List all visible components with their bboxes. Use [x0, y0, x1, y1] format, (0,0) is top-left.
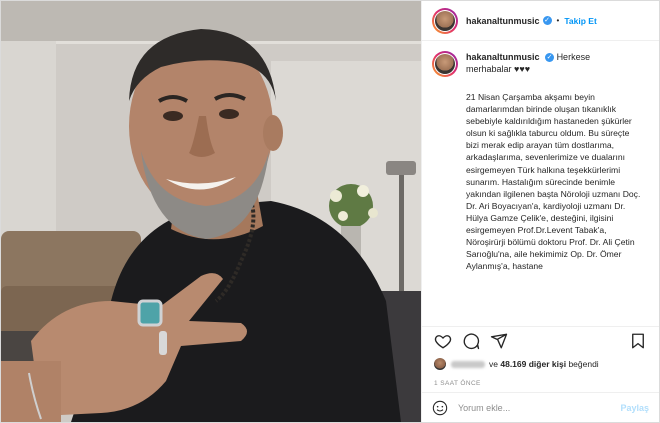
- comment-input[interactable]: [458, 402, 621, 413]
- comment-icon[interactable]: [462, 332, 480, 350]
- caption-row: hakanaltunmusic ✓ Herkese merhabalar ♥♥♥: [432, 51, 649, 77]
- caption-username[interactable]: hakanaltunmusic: [466, 52, 540, 62]
- likes-count[interactable]: 48.169: [500, 359, 526, 369]
- post-comment-button[interactable]: Paylaş: [620, 403, 649, 413]
- verified-badge-icon: ✓: [545, 53, 555, 63]
- action-bar: [422, 326, 659, 354]
- liker-avatar[interactable]: [434, 358, 446, 370]
- likes-connector: ve: [489, 359, 498, 369]
- post-header: hakanaltunmusic ✓ • Takip Et: [422, 1, 659, 41]
- likes-summary: ve 48.169 diğer kişi beğendi: [422, 354, 659, 374]
- instagram-post: hakanaltunmusic ✓ • Takip Et hakanaltunm…: [0, 0, 660, 423]
- emoji-icon[interactable]: [432, 400, 448, 416]
- post-image: [1, 1, 421, 422]
- heart-icon[interactable]: [434, 332, 452, 350]
- follow-button[interactable]: Takip Et: [564, 16, 596, 26]
- author-username[interactable]: hakanaltunmusic: [466, 16, 540, 26]
- author-avatar[interactable]: [432, 7, 458, 34]
- post-photo[interactable]: [1, 1, 421, 422]
- likes-suffix[interactable]: diğer kişi: [529, 359, 566, 369]
- liker-username-blurred: [451, 360, 485, 368]
- likes-verb: beğendi: [568, 359, 599, 369]
- caption-body: 21 Nisan Çarşamba akşamı beyin damarları…: [466, 92, 641, 272]
- share-icon[interactable]: [490, 332, 508, 350]
- caption-area: hakanaltunmusic ✓ Herkese merhabalar ♥♥♥…: [422, 41, 659, 326]
- verified-badge-icon: ✓: [542, 16, 552, 25]
- caption-author-avatar[interactable]: [432, 51, 458, 77]
- post-side-panel: hakanaltunmusic ✓ • Takip Et hakanaltunm…: [421, 1, 659, 422]
- bookmark-icon[interactable]: [629, 332, 647, 350]
- add-comment-bar: Paylaş: [422, 392, 659, 422]
- post-timestamp[interactable]: 1 SAAT ÖNCE: [422, 374, 659, 392]
- caption-heading: hakanaltunmusic ✓ Herkese merhabalar ♥♥♥: [466, 51, 636, 75]
- header-separator: •: [556, 16, 560, 25]
